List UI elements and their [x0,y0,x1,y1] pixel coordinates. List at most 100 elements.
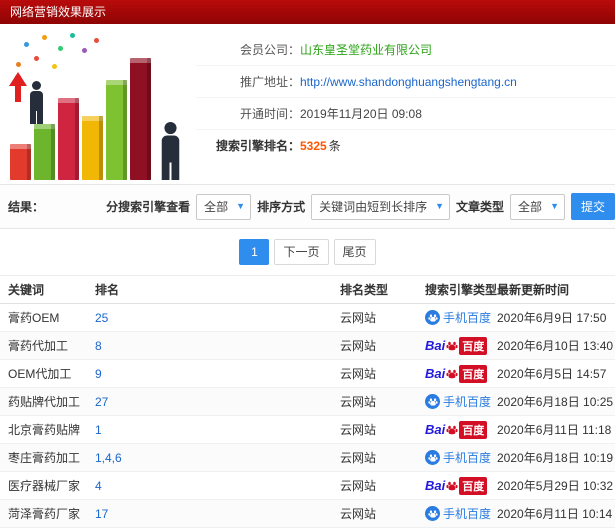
table-row: 菏泽膏药厂家 17 云网站 手机百度 2020年6月11日 10:14 [0,500,615,528]
engine-label: 百度 [459,336,488,355]
member-fields: 会员公司： 山东皇圣堂药业有限公司 推广地址： http://www.shand… [196,24,615,161]
header-rank: 排名 [95,283,120,297]
type-select-value: 全部 [518,200,543,214]
businessman-figure [30,81,43,124]
updated-cell: 2020年6月18日 10:19 [497,451,614,465]
page-title: 网络营销效果展示 [0,0,615,24]
field-rank-count: 搜索引擎排名： 5325 条 [196,130,615,161]
results-table: 关键词 排名 排名类型 搜索引擎类型 最新更新时间 膏药OEM 25 云网站 手… [0,275,615,528]
engine-label: 手机百度 [443,451,492,465]
rank-link[interactable]: 25 [95,311,108,325]
rank-type-cell: 云网站 [340,339,377,353]
engine-select[interactable]: 全部 ▼ [196,193,252,220]
baidu-mobile-logo: 手机百度 [425,309,491,326]
engine-label: 百度 [459,420,488,439]
rank-type-cell: 云网站 [340,367,377,381]
updated-cell: 2020年6月18日 10:25 [497,395,614,409]
businessman-figure [161,121,180,180]
updated-cell: 2020年6月9日 17:50 [497,311,607,325]
engine-cell: Bai 百度 [425,476,497,495]
pagination: 1 下一页 尾页 [0,229,615,275]
chart-bar [82,116,103,180]
table-row: 药贴牌代加工 27 云网站 手机百度 2020年6月18日 10:25 [0,388,615,416]
confetti-dot [94,38,99,43]
rank-count-value: 5325 [300,138,327,153]
confetti-dot [70,33,75,38]
rank-link[interactable]: 1 [95,423,102,437]
sort-filter-label: 排序方式 [257,200,306,214]
table-row: 膏药OEM 25 云网站 手机百度 2020年6月9日 17:50 [0,304,615,332]
engine-cell: Bai 百度 [425,364,497,383]
chevron-down-icon: ▼ [550,201,559,211]
keyword-cell: 医疗器械厂家 [8,479,81,493]
last-page-button[interactable]: 尾页 [333,239,376,265]
header-keyword: 关键词 [8,283,45,297]
engine-label: 百度 [459,364,488,383]
engine-cell: Bai 百度 [425,420,497,439]
confetti-dot [24,42,29,47]
table-row: 枣庄膏药加工 1,4,6 云网站 手机百度 2020年6月18日 10:19 [0,444,615,472]
page-1-button[interactable]: 1 [239,239,270,265]
keyword-cell: 药贴牌代加工 [8,395,81,409]
confetti-dot [82,48,87,53]
baidu-paw-icon [446,369,458,378]
rank-link[interactable]: 4 [95,479,102,493]
chart-bar [10,144,31,180]
member-info-panel: 会员公司： 山东皇圣堂药业有限公司 推广地址： http://www.shand… [0,24,615,185]
rank-type-cell: 云网站 [340,451,377,465]
type-filter-label: 文章类型 [456,200,505,214]
updated-cell: 2020年6月5日 14:57 [497,367,607,381]
table-body: 膏药OEM 25 云网站 手机百度 2020年6月9日 17:50 膏药代加工 … [0,304,615,528]
rank-type-cell: 云网站 [340,479,377,493]
header-engine-type: 搜索引擎类型 [425,283,498,297]
engine-cell: 手机百度 [425,505,497,522]
baidu-wordmark: Bai [425,478,446,493]
rank-count-label: 搜索引擎排名： [215,139,300,153]
keyword-cell: 北京膏药贴牌 [8,423,81,437]
rank-link[interactable]: 17 [95,507,108,521]
chart-bar [130,58,151,180]
company-label: 会员公司： [239,43,300,57]
rank-link[interactable]: 1,4,6 [95,451,122,465]
promo-url-link[interactable]: http://www.shandonghuangshengtang.cn [300,75,517,89]
engine-label: 手机百度 [443,395,492,409]
company-link[interactable]: 山东皇圣堂药业有限公司 [300,41,432,58]
engine-filter-label: 分搜索引擎查看 [106,200,191,214]
chart-bar [58,98,79,180]
rank-link[interactable]: 27 [95,395,108,409]
baidu-paw-icon [446,341,458,350]
engine-cell: 手机百度 [425,309,497,326]
keyword-cell: OEM代加工 [8,367,72,381]
baidu-paw-icon [425,394,440,409]
chevron-down-icon: ▼ [435,201,445,211]
submit-button[interactable]: 提交 [570,193,615,220]
baidu-mobile-logo: 手机百度 [425,393,491,410]
header-updated: 最新更新时间 [497,283,570,297]
chevron-down-icon: ▼ [236,201,246,211]
baidu-paw-icon [425,310,440,325]
rank-link[interactable]: 9 [95,367,102,381]
engine-cell: 手机百度 [425,393,497,410]
baidu-wordmark: Bai [425,422,446,437]
engine-cell: Bai 百度 [425,336,497,355]
type-select[interactable]: 全部 ▼ [510,193,565,220]
baidu-wordmark: Bai [425,338,446,353]
baidu-paw-icon [446,481,458,490]
filter-bar: 结果： 分搜索引擎查看 全部 ▼ 排序方式 关键词由短到长排序 ▼ 文章类型 全… [0,185,615,229]
engine-label: 手机百度 [443,311,492,325]
table-header-row: 关键词 排名 排名类型 搜索引擎类型 最新更新时间 [0,275,615,304]
next-page-button[interactable]: 下一页 [274,239,329,265]
field-url: 推广地址： http://www.shandonghuangshengtang.… [196,66,615,98]
table-row: 膏药代加工 8 云网站 Bai 百度 2020年6月10日 13:40 [0,332,615,360]
confetti-dot [58,46,63,51]
rank-link[interactable]: 8 [95,339,102,353]
engine-cell: 手机百度 [425,449,497,466]
updated-cell: 2020年6月11日 11:18 [497,423,612,437]
baidu-paw-icon [446,425,458,434]
updated-cell: 2020年6月10日 13:40 [497,339,614,353]
confetti-dot [52,64,57,69]
field-company: 会员公司： 山东皇圣堂药业有限公司 [196,34,615,66]
rank-type-cell: 云网站 [340,311,377,325]
sort-select[interactable]: 关键词由短到长排序 ▼ [311,193,451,220]
chart-bar [106,80,127,180]
